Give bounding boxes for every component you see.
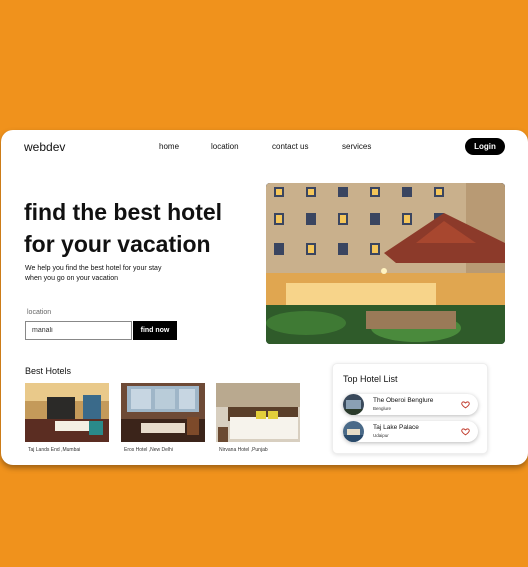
top-hotel-item[interactable]: Taj Lake Palace Udaipur bbox=[343, 421, 478, 442]
top-hotel-list-panel: Top Hotel List The Oberoi Benglure Bengl… bbox=[332, 363, 488, 454]
location-input[interactable] bbox=[25, 321, 132, 340]
nav-home[interactable]: home bbox=[159, 142, 179, 151]
hotel-card-image[interactable] bbox=[121, 383, 205, 442]
hotel-caption: Nirvana Hotel ,Punjab bbox=[219, 447, 268, 453]
nav-contact[interactable]: contact us bbox=[272, 142, 308, 151]
hotel-city: Benglure bbox=[373, 406, 392, 411]
hotel-avatar bbox=[343, 421, 364, 442]
hero-subtitle-line-2: when you go on your vacation bbox=[25, 275, 119, 282]
brand-logo[interactable]: webdev bbox=[24, 140, 65, 154]
landing-page-card: webdev home location contact us services… bbox=[1, 130, 528, 465]
location-label: location bbox=[27, 309, 52, 316]
hero-subtitle: We help you find the best hotel for your… bbox=[25, 264, 195, 284]
heart-icon[interactable] bbox=[461, 427, 470, 436]
hero-hotel-image bbox=[266, 183, 505, 344]
nav-services[interactable]: services bbox=[342, 142, 371, 151]
nav-location[interactable]: location bbox=[211, 142, 239, 151]
top-hotel-item[interactable]: The Oberoi Benglure Benglure bbox=[343, 394, 478, 415]
hero-title-line-1: find the best hotel bbox=[24, 199, 223, 225]
hotel-name: The Oberoi Benglure bbox=[373, 397, 434, 404]
find-now-button[interactable]: find now bbox=[133, 321, 177, 340]
hero-title: find the best hotel for your vacation bbox=[24, 196, 264, 260]
best-hotels-title: Best Hotels bbox=[25, 366, 72, 376]
top-hotel-list-title: Top Hotel List bbox=[343, 374, 398, 384]
hotel-caption: Eros Hotel ,New Delhi bbox=[124, 447, 173, 453]
hero-subtitle-line-1: We help you find the best hotel for your… bbox=[25, 265, 162, 272]
hotel-card-image[interactable] bbox=[25, 383, 109, 442]
hotel-avatar bbox=[343, 394, 364, 415]
hero-title-line-2: for your vacation bbox=[24, 231, 211, 257]
heart-icon[interactable] bbox=[461, 400, 470, 409]
hotel-caption: Taj Lands End ,Mumbai bbox=[28, 447, 81, 453]
login-button[interactable]: Login bbox=[465, 138, 505, 155]
hotel-name: Taj Lake Palace bbox=[373, 424, 419, 431]
hotel-card-image[interactable] bbox=[216, 383, 300, 442]
hotel-city: Udaipur bbox=[373, 433, 389, 438]
